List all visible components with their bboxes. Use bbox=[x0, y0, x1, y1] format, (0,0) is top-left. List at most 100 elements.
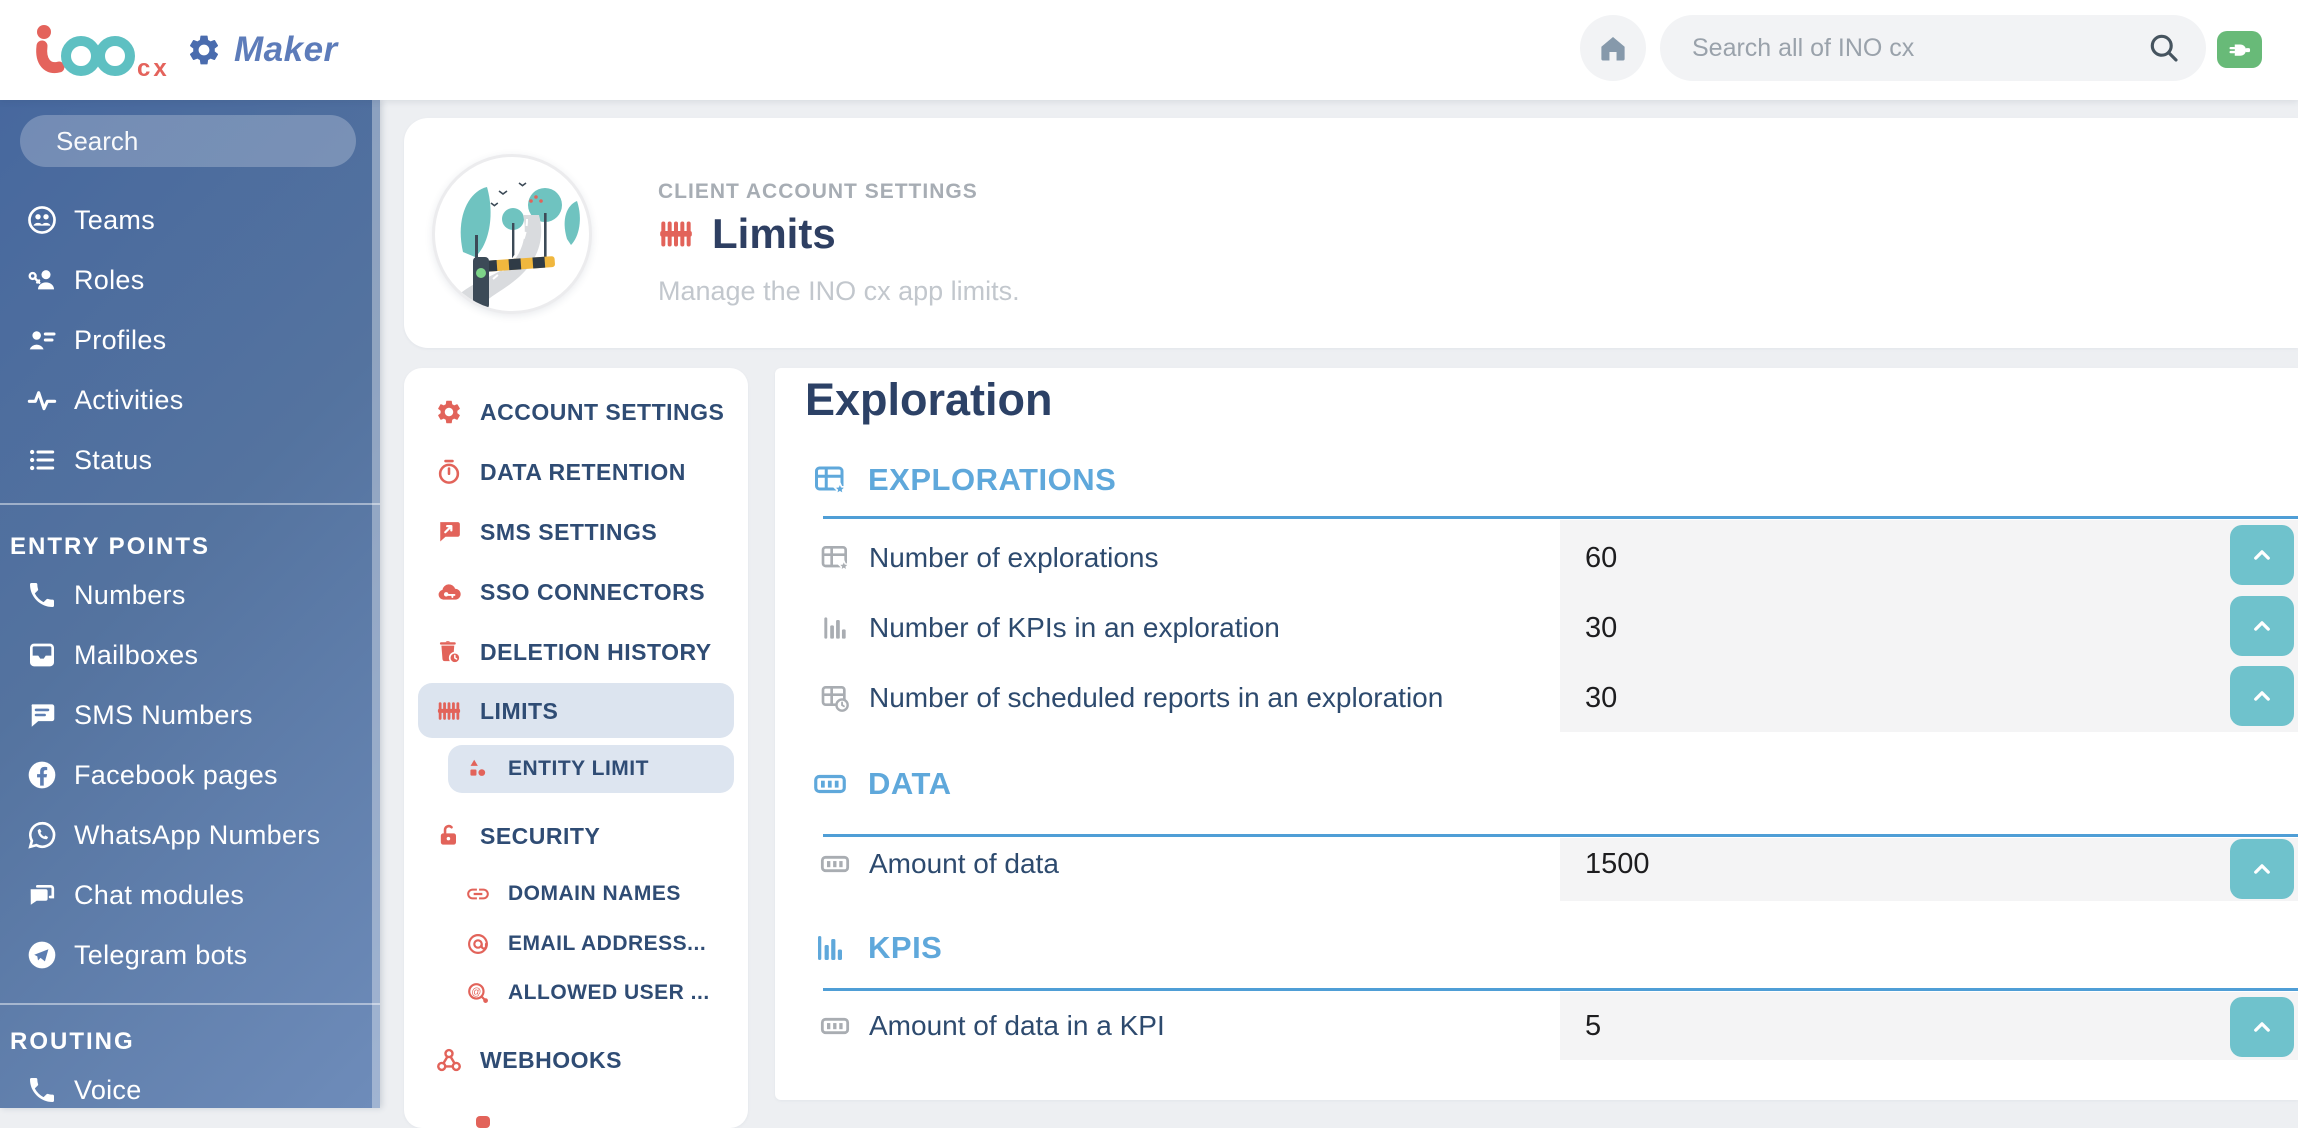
sidebar-item-label: Profiles bbox=[74, 324, 167, 355]
page-subtitle: Manage the INO cx app limits. bbox=[658, 276, 1020, 306]
limit-value-input[interactable]: 30 bbox=[1585, 674, 1617, 722]
limits-illustration bbox=[432, 154, 592, 314]
collapse-button[interactable] bbox=[2230, 997, 2294, 1057]
page-header-card: CLIENT ACCOUNT SETTINGS Limits Manage th… bbox=[404, 118, 2298, 348]
teams-icon bbox=[28, 206, 56, 234]
content-title: Exploration bbox=[805, 374, 1053, 425]
value-field-group bbox=[1560, 992, 2298, 1060]
sidebar-item-profiles[interactable]: Profiles bbox=[0, 316, 372, 364]
sidebar-item-teams[interactable]: Teams bbox=[0, 196, 372, 244]
trash-clock-icon bbox=[439, 641, 461, 664]
lock-icon bbox=[440, 824, 456, 845]
settings-nav-item-deletion-history[interactable]: DELETION HISTORY bbox=[404, 628, 748, 676]
gear-icon bbox=[186, 32, 222, 68]
kpi-bars-icon bbox=[824, 617, 846, 639]
value-field-group bbox=[1560, 520, 2298, 732]
limit-row: Amount of data in a KPI bbox=[819, 1002, 1165, 1050]
home-icon bbox=[1601, 36, 1625, 61]
settings-nav-item-limits[interactable]: LIMITS bbox=[404, 687, 748, 735]
sidebar-item-label: Teams bbox=[74, 204, 156, 235]
settings-nav-item-data-retention[interactable]: DATA RETENTION bbox=[404, 448, 748, 496]
sidebar: Teams Roles Profiles Activities Status E… bbox=[0, 100, 393, 1108]
kpi-bars-icon bbox=[818, 936, 842, 960]
timer-icon bbox=[438, 459, 460, 484]
home-button[interactable] bbox=[1580, 15, 1646, 81]
collapse-button[interactable] bbox=[2230, 666, 2294, 726]
connector-button[interactable] bbox=[2217, 31, 2262, 68]
section-header-explorations: EXPLORATIONS bbox=[812, 460, 1116, 500]
profiles-icon bbox=[29, 331, 56, 350]
maker-app-switcher[interactable]: Maker bbox=[186, 0, 338, 100]
nav-item-label: DELETION HISTORY bbox=[480, 638, 712, 665]
sidebar-item-label: SMS Numbers bbox=[74, 699, 253, 730]
sidebar-item-whatsapp-numbers[interactable]: WhatsApp Numbers bbox=[0, 811, 372, 859]
sidebar-item-label: Status bbox=[74, 444, 153, 475]
sidebar-scrollbar[interactable] bbox=[372, 100, 380, 1108]
phone-icon bbox=[30, 1078, 54, 1102]
settings-nav-item-account-settings[interactable]: ACCOUNT SETTINGS bbox=[404, 388, 748, 436]
settings-nav-item-domain-names[interactable]: DOMAIN NAMES bbox=[404, 870, 748, 918]
section-divider bbox=[823, 516, 2298, 519]
nav-item-label: ALLOWED USER ... bbox=[508, 981, 710, 1004]
page-title: Limits bbox=[712, 210, 836, 257]
chevron-up-icon bbox=[2254, 1022, 2270, 1032]
sidebar-item-label: Voice bbox=[74, 1074, 142, 1105]
sidebar-section-routing: ROUTING bbox=[10, 1028, 135, 1055]
sidebar-item-label: WhatsApp Numbers bbox=[74, 819, 321, 850]
sidebar-item-facebook-pages[interactable]: Facebook pages bbox=[0, 751, 372, 799]
sms-settings-icon bbox=[440, 522, 460, 542]
section-divider bbox=[823, 834, 2298, 837]
sms-bubble-icon bbox=[31, 704, 55, 727]
svg-text:cx: cx bbox=[137, 55, 170, 82]
telegram-icon bbox=[28, 941, 56, 969]
collapse-button[interactable] bbox=[2230, 596, 2294, 656]
plug-icon bbox=[2229, 44, 2250, 56]
settings-nav-item-security[interactable]: SECURITY bbox=[404, 812, 748, 860]
sidebar-item-voice[interactable]: Voice bbox=[0, 1066, 372, 1114]
settings-nav-item-entity-limit[interactable]: ENTITY LIMIT bbox=[404, 745, 748, 793]
nav-item-label: SECURITY bbox=[480, 822, 601, 849]
nav-item-label: SMS SETTINGS bbox=[480, 518, 658, 545]
collapse-button[interactable] bbox=[2230, 525, 2294, 585]
limits-content: Exploration EXPLORATIONS Number of explo… bbox=[775, 368, 2298, 1100]
shapes-icon bbox=[470, 759, 486, 776]
settings-nav-item-sso-connectors[interactable]: SSO CONNECTORS bbox=[404, 568, 748, 616]
sidebar-search-input[interactable] bbox=[54, 124, 393, 158]
activities-icon bbox=[27, 391, 57, 411]
cloud-key-icon bbox=[438, 584, 461, 600]
sidebar-item-status[interactable]: Status bbox=[0, 436, 372, 484]
data-icon bbox=[820, 1017, 850, 1035]
limit-value-input[interactable]: 30 bbox=[1585, 604, 1617, 652]
settings-nav-item-allowed-users[interactable]: @ ALLOWED USER ... bbox=[404, 969, 748, 1017]
exploration-icon bbox=[821, 546, 851, 573]
search-icon[interactable] bbox=[2146, 30, 2182, 66]
sidebar-item-roles[interactable]: Roles bbox=[0, 256, 372, 304]
sidebar-item-numbers[interactable]: Numbers bbox=[0, 571, 372, 619]
sidebar-item-chat-modules[interactable]: Chat modules bbox=[0, 871, 372, 919]
sidebar-item-activities[interactable]: Activities bbox=[0, 376, 372, 424]
status-icon bbox=[30, 449, 55, 471]
nav-item-label: ENTITY LIMIT bbox=[508, 757, 649, 780]
ino-cx-logo[interactable]: cx bbox=[33, 16, 183, 84]
nav-item-label: SSO CONNECTORS bbox=[480, 578, 706, 605]
sidebar-item-mailboxes[interactable]: Mailboxes bbox=[0, 631, 372, 679]
sidebar-item-telegram-bots[interactable]: Telegram bots bbox=[0, 931, 372, 979]
settings-nav-item-email-addresses[interactable]: EMAIL ADDRESS... bbox=[404, 920, 748, 968]
settings-nav-item-webhooks[interactable]: WEBHOOKS bbox=[404, 1036, 748, 1084]
sidebar-item-label: Activities bbox=[74, 384, 184, 415]
nav-item-label: ACCOUNT SETTINGS bbox=[480, 398, 725, 425]
limit-value-input[interactable]: 5 bbox=[1585, 1002, 1601, 1050]
sidebar-item-sms-numbers[interactable]: SMS Numbers bbox=[0, 691, 372, 739]
limit-value-input[interactable]: 60 bbox=[1585, 534, 1617, 582]
chat-modules-icon bbox=[30, 885, 55, 905]
collapse-button[interactable] bbox=[2230, 839, 2294, 899]
section-divider bbox=[823, 988, 2298, 991]
limit-label: Amount of data bbox=[869, 848, 1059, 879]
sidebar-divider bbox=[0, 503, 380, 505]
limit-value-input[interactable]: 1500 bbox=[1585, 840, 1650, 888]
limit-row: Amount of data bbox=[819, 840, 1059, 888]
nav-item-label: LIMITS bbox=[480, 697, 559, 724]
global-search-input[interactable] bbox=[1690, 32, 2146, 64]
at-icon bbox=[468, 934, 488, 954]
settings-nav-item-sms-settings[interactable]: SMS SETTINGS bbox=[404, 508, 748, 556]
